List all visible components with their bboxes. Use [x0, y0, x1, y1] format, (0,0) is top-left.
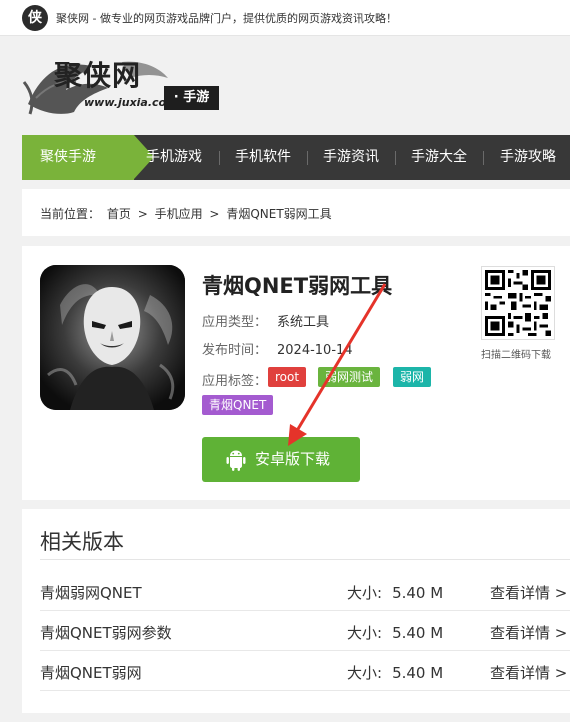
breadcrumb-separator: >	[137, 207, 148, 221]
nav-item-mobile-games[interactable]: 手机游戏	[146, 135, 202, 180]
view-details-link[interactable]: 查看详情 >	[490, 582, 567, 603]
breadcrumb-current[interactable]: 青烟QNET弱网工具	[226, 207, 331, 221]
related-title: 相关版本	[40, 530, 124, 554]
app-title: 青烟QNET弱网工具	[202, 274, 393, 298]
logo-area: 聚侠网 www.juxia.com · 手游	[0, 36, 570, 135]
app-tags-label: 应用标签：	[202, 374, 268, 389]
breadcrumb-label: 当前位置：	[40, 207, 101, 221]
brand-name[interactable]: 聚侠网	[54, 54, 141, 94]
tag-weak-network-test[interactable]: 弱网测试	[318, 367, 381, 387]
brand-badge[interactable]: · 手游	[164, 86, 219, 110]
nav-item-guides[interactable]: 手游攻略	[500, 135, 556, 180]
android-icon	[226, 450, 246, 471]
related-versions: 相关版本 青烟弱网QNET 大小: 5.40 M 查看详情 > 青烟QNET弱网参…	[22, 509, 570, 713]
app-date-label: 发布时间：	[202, 343, 268, 358]
tag-qnet[interactable]: 青烟QNET	[202, 395, 274, 415]
top-bar: 侠 聚侠网 - 做专业的网页游戏品牌门户，提供优质的网页游戏资讯攻略！	[0, 0, 570, 36]
android-download-label: 安卓版下载	[255, 450, 331, 468]
breadcrumb-separator: >	[209, 207, 220, 221]
related-size: 大小: 5.40 M	[347, 584, 444, 602]
tag-weak-network[interactable]: 弱网	[393, 367, 432, 387]
related-name[interactable]: 青烟弱网QNET	[40, 582, 142, 603]
site-logo-icon[interactable]: 侠	[22, 5, 48, 31]
breadcrumb: 当前位置： 首页 > 手机应用 > 青烟QNET弱网工具	[22, 189, 570, 236]
app-type-row: 应用类型： 系统工具	[202, 311, 329, 330]
nav-item-news[interactable]: 手游资讯	[323, 135, 379, 180]
app-date-value: 2024-10-14	[277, 343, 353, 358]
breadcrumb-home-link[interactable]: 首页	[107, 207, 131, 221]
nav-separator	[219, 151, 220, 165]
nav-separator	[307, 151, 308, 165]
qr-caption: 扫描二维码下载	[481, 350, 551, 361]
nav-separator	[483, 151, 484, 165]
related-row[interactable]: 青烟QNET弱网 大小: 5.40 M 查看详情 >	[40, 651, 570, 691]
view-details-link[interactable]: 查看详情 >	[490, 662, 567, 683]
app-type-value[interactable]: 系统工具	[277, 315, 329, 330]
related-name[interactable]: 青烟QNET弱网参数	[40, 622, 172, 643]
qr-code	[481, 266, 555, 340]
tag-root[interactable]: root	[268, 367, 307, 387]
breadcrumb-apps-link[interactable]: 手机应用	[155, 207, 203, 221]
app-date-row: 发布时间： 2024-10-14	[202, 339, 353, 358]
related-size: 大小: 5.40 M	[347, 624, 444, 642]
app-icon[interactable]	[40, 265, 185, 410]
main-nav: 聚侠手游 手机游戏 手机软件 手游资讯 手游大全 手游攻略	[22, 135, 570, 180]
nav-separator	[395, 151, 396, 165]
site-slogan: 聚侠网 - 做专业的网页游戏品牌门户，提供优质的网页游戏资讯攻略！	[56, 12, 397, 25]
android-download-button[interactable]: 安卓版下载	[202, 437, 360, 482]
app-type-label: 应用类型：	[202, 315, 268, 330]
related-size: 大小: 5.40 M	[347, 664, 444, 682]
related-row[interactable]: 青烟弱网QNET 大小: 5.40 M 查看详情 >	[40, 571, 570, 611]
related-name[interactable]: 青烟QNET弱网	[40, 662, 142, 683]
nav-item-directory[interactable]: 手游大全	[411, 135, 467, 180]
view-details-link[interactable]: 查看详情 >	[490, 622, 567, 643]
nav-item-home[interactable]: 聚侠手游	[22, 135, 134, 180]
related-divider	[40, 559, 570, 560]
app-info-card: 青烟QNET弱网工具 应用类型： 系统工具 发布时间： 2024-10-14 应用标…	[22, 246, 570, 500]
related-row[interactable]: 青烟QNET弱网参数 大小: 5.40 M 查看详情 >	[40, 611, 570, 651]
nav-item-mobile-software[interactable]: 手机软件	[235, 135, 291, 180]
